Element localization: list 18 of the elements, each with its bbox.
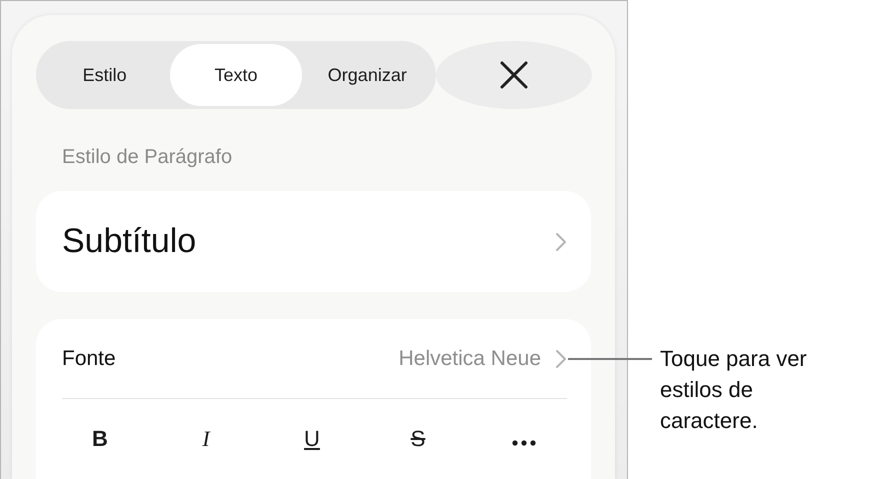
tab[interactable]: Estilo xyxy=(39,44,170,106)
chevron-right-icon xyxy=(555,232,567,252)
italic-button[interactable]: I xyxy=(196,424,216,454)
font-label: Fonte xyxy=(62,346,117,370)
paragraph-style-value: Subtítulo xyxy=(62,222,196,261)
more-icon xyxy=(512,440,536,446)
tab[interactable]: Organizar xyxy=(302,44,433,106)
close-icon xyxy=(500,61,528,89)
bold-button[interactable]: B xyxy=(86,424,114,454)
strikethrough-button[interactable]: S xyxy=(404,424,432,454)
font-row[interactable]: Fonte Helvetica Neue xyxy=(62,319,567,399)
paragraph-style-row[interactable]: Subtítulo xyxy=(36,191,591,292)
font-value: Helvetica Neue xyxy=(398,346,541,370)
section-heading: Estilo de Parágrafo xyxy=(62,146,232,168)
tab[interactable]: Texto xyxy=(170,44,302,106)
callout-text: Toque para ver estilos de caractere. xyxy=(660,345,808,435)
chevron-right-icon xyxy=(555,348,567,368)
underline-button[interactable]: U xyxy=(298,424,326,454)
